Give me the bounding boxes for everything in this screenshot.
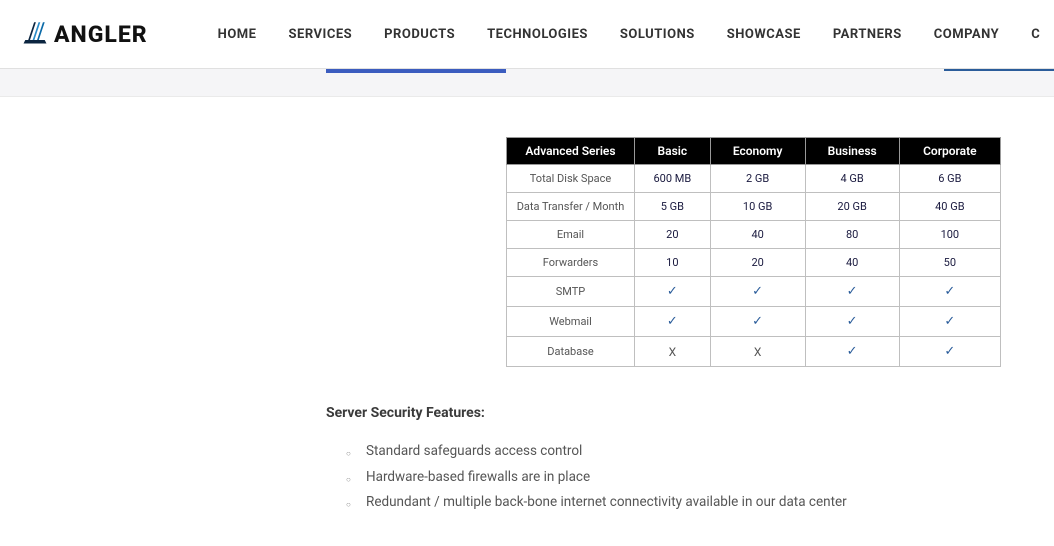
cell: 40 (805, 249, 899, 277)
th-corporate: Corporate (899, 138, 1000, 165)
cell: 20 (710, 249, 805, 277)
row-label: Total Disk Space (507, 165, 635, 193)
cell: X (635, 337, 711, 367)
cell: 10 (635, 249, 711, 277)
check-icon: ✓ (752, 314, 763, 329)
check-icon: ✓ (667, 284, 678, 299)
cell: 10 GB (710, 193, 805, 221)
table-row: SMTP ✓ ✓ ✓ ✓ (507, 277, 1001, 307)
nav-overflow[interactable]: C (1031, 27, 1040, 42)
check-icon: ✓ (944, 284, 955, 299)
main-content: Advanced Series Basic Economy Business C… (0, 97, 1054, 546)
cell: ✓ (710, 277, 805, 307)
cell: ✓ (805, 337, 899, 367)
check-icon: ✓ (667, 314, 678, 329)
nav-products[interactable]: PRODUCTS (384, 27, 455, 42)
check-icon: ✓ (847, 344, 858, 359)
cross-icon: X (754, 345, 762, 359)
logo[interactable]: ANGLER (20, 18, 148, 50)
cell: ✓ (710, 307, 805, 337)
header: ANGLER HOME SERVICES PRODUCTS TECHNOLOGI… (0, 0, 1054, 69)
cell: ✓ (635, 277, 711, 307)
table-row: Total Disk Space600 MB2 GB4 GB6 GB (507, 165, 1001, 193)
cell: 20 (635, 221, 711, 249)
list-item: Standard safeguards access control (366, 439, 1024, 465)
nav-showcase[interactable]: SHOWCASE (727, 27, 801, 42)
cell: X (710, 337, 805, 367)
logo-text: ANGLER (54, 21, 148, 48)
th-basic: Basic (635, 138, 711, 165)
cell: 100 (899, 221, 1000, 249)
table-row: Data Transfer / Month5 GB10 GB20 GB40 GB (507, 193, 1001, 221)
row-label: Data Transfer / Month (507, 193, 635, 221)
cell: 80 (805, 221, 899, 249)
cell: ✓ (805, 307, 899, 337)
nav-home[interactable]: HOME (218, 27, 257, 42)
cell: ✓ (899, 277, 1000, 307)
cell: ✓ (805, 277, 899, 307)
cell: ✓ (899, 307, 1000, 337)
table-row: Forwarders10204050 (507, 249, 1001, 277)
section-heading: Server Security Features: (326, 405, 1024, 421)
check-icon: ✓ (944, 314, 955, 329)
row-label: Email (507, 221, 635, 249)
pricing-tbody: Total Disk Space600 MB2 GB4 GB6 GBData T… (507, 165, 1001, 367)
cell: 2 GB (710, 165, 805, 193)
cell: ✓ (899, 337, 1000, 367)
row-label: Forwarders (507, 249, 635, 277)
list-item: Hardware-based firewalls are in place (366, 465, 1024, 491)
nav-technologies[interactable]: TECHNOLOGIES (487, 27, 588, 42)
inactive-tab-indicator (944, 69, 1054, 71)
cell: 40 (710, 221, 805, 249)
cell: 5 GB (635, 193, 711, 221)
table-row: Webmail ✓ ✓ ✓ ✓ (507, 307, 1001, 337)
row-label: Webmail (507, 307, 635, 337)
nav-company[interactable]: COMPANY (934, 27, 999, 42)
check-icon: ✓ (944, 344, 955, 359)
cell: 6 GB (899, 165, 1000, 193)
pricing-table: Advanced Series Basic Economy Business C… (506, 137, 1001, 367)
cell: ✓ (635, 307, 711, 337)
cell: 600 MB (635, 165, 711, 193)
list-item: Redundant / multiple back-bone internet … (366, 490, 1024, 516)
cross-icon: X (669, 345, 677, 359)
cell: 20 GB (805, 193, 899, 221)
table-header-row: Advanced Series Basic Economy Business C… (507, 138, 1001, 165)
primary-nav: HOME SERVICES PRODUCTS TECHNOLOGIES SOLU… (218, 27, 1041, 42)
nav-partners[interactable]: PARTNERS (833, 27, 902, 42)
cell: 50 (899, 249, 1000, 277)
th-business: Business (805, 138, 899, 165)
th-series: Advanced Series (507, 138, 635, 165)
features-list: Standard safeguards access control Hardw… (326, 439, 1024, 516)
row-label: SMTP (507, 277, 635, 307)
table-row: Email204080100 (507, 221, 1001, 249)
check-icon: ✓ (847, 284, 858, 299)
th-economy: Economy (710, 138, 805, 165)
nav-solutions[interactable]: SOLUTIONS (620, 27, 695, 42)
tabs-bar (0, 69, 1054, 97)
row-label: Database (507, 337, 635, 367)
cell: 40 GB (899, 193, 1000, 221)
cell: 4 GB (805, 165, 899, 193)
table-row: Database X X ✓ ✓ (507, 337, 1001, 367)
nav-services[interactable]: SERVICES (289, 27, 353, 42)
angler-logo-icon (20, 18, 50, 50)
check-icon: ✓ (847, 314, 858, 329)
active-tab-indicator (326, 69, 506, 73)
check-icon: ✓ (752, 284, 763, 299)
